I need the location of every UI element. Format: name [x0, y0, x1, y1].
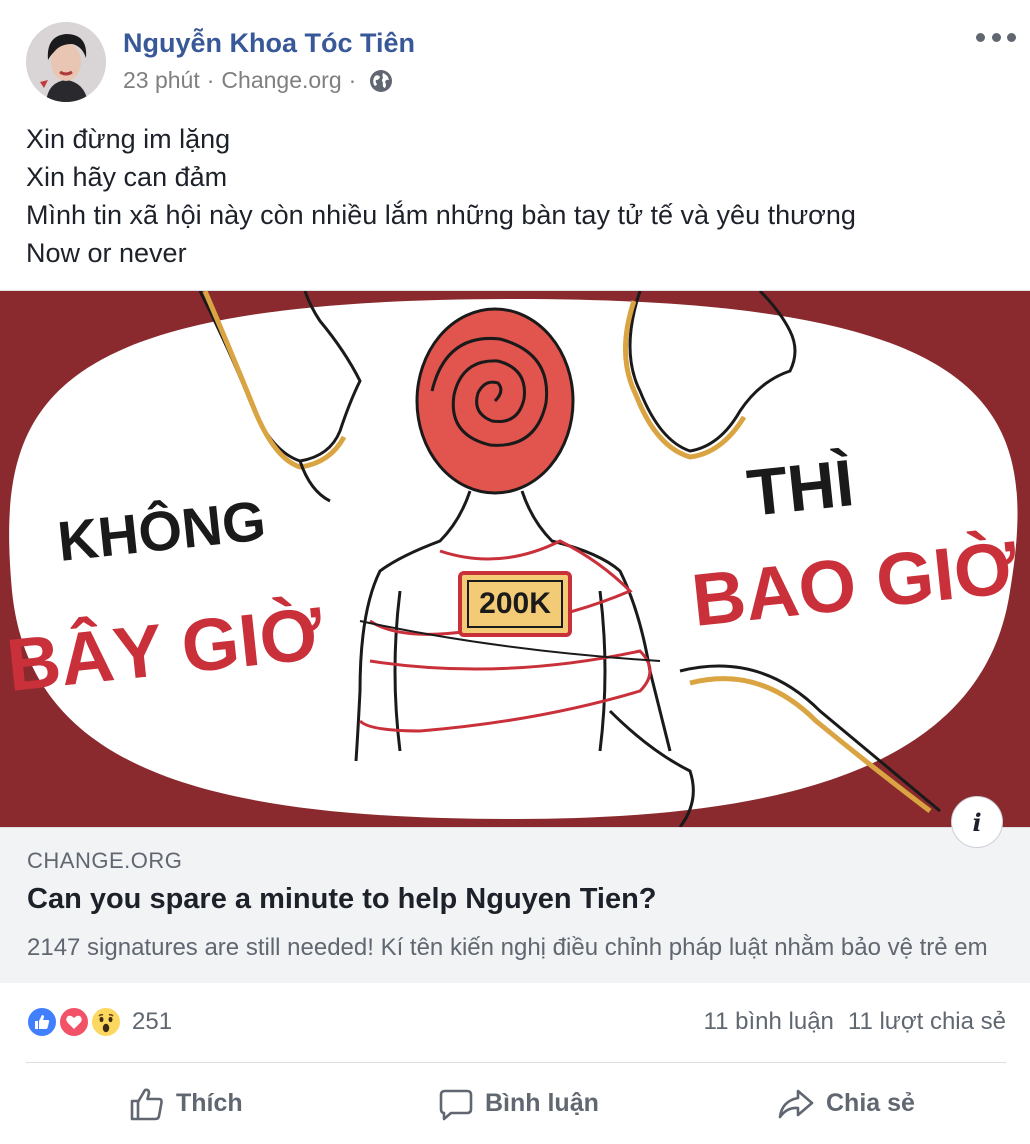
- post-source[interactable]: Change.org: [221, 67, 341, 94]
- share-count[interactable]: 11 lượt chia sẻ: [848, 1008, 1006, 1036]
- link-preview-card[interactable]: 200K KHÔNG BÂY GIỜ THÌ BAO GIỜ CHANGE.OR…: [0, 290, 1030, 983]
- link-preview-image[interactable]: 200K KHÔNG BÂY GIỜ THÌ BAO GIỜ: [0, 291, 1030, 827]
- share-button[interactable]: Chia sẻ: [776, 1063, 915, 1144]
- like-button[interactable]: Thích: [128, 1063, 243, 1144]
- post-body-line: Now or never: [26, 238, 187, 268]
- link-title[interactable]: Can you spare a minute to help Nguyen Ti…: [27, 883, 657, 916]
- link-description: 2147 signatures are still needed! Kí tên…: [27, 934, 988, 961]
- post-body-line: Xin hãy can đảm: [26, 162, 228, 192]
- engagement-counts: 11 bình luận 11 lượt chia sẻ: [704, 1008, 1006, 1036]
- reaction-summary[interactable]: 251: [26, 1002, 172, 1042]
- comment-icon: [439, 1089, 473, 1120]
- facebook-post: Nguyễn Khoa Tóc Tiên 23 phút · Change.or…: [0, 0, 1030, 1144]
- info-icon[interactable]: i: [951, 796, 1003, 848]
- like-reaction-icon: [26, 1006, 58, 1038]
- post-body-line: Xin đừng im lặng: [26, 124, 231, 154]
- comment-count[interactable]: 11 bình luận: [704, 1008, 834, 1036]
- comment-button-label: Bình luận: [485, 1089, 599, 1117]
- link-domain: CHANGE.ORG: [27, 848, 183, 873]
- reaction-icons: [26, 1004, 124, 1040]
- share-button-label: Chia sẻ: [826, 1089, 915, 1117]
- globe-icon[interactable]: [369, 69, 393, 93]
- post-meta: 23 phút · Change.org ·: [123, 67, 393, 94]
- thumbs-up-icon: [130, 1088, 163, 1120]
- post-header: Nguyễn Khoa Tóc Tiên 23 phút · Change.or…: [0, 0, 1030, 110]
- author-name[interactable]: Nguyễn Khoa Tóc Tiên: [123, 28, 415, 59]
- post-actions: Thích Bình luận Chia sẻ: [0, 1063, 1030, 1144]
- post-time[interactable]: 23 phút: [123, 67, 200, 94]
- wow-reaction-icon: [90, 1006, 122, 1038]
- more-options-icon[interactable]: [976, 22, 1016, 52]
- author-avatar[interactable]: [26, 22, 106, 102]
- link-preview-info[interactable]: CHANGE.ORG Can you spare a minute to hel…: [0, 827, 1030, 983]
- dot: [991, 32, 1001, 42]
- illustration-badge: 200K: [479, 587, 551, 620]
- dot: [976, 32, 985, 42]
- meta-separator: ·: [206, 67, 215, 93]
- post-body-line: Mình tin xã hội này còn nhiều lắm những …: [26, 200, 856, 230]
- dot: [1007, 32, 1016, 42]
- reaction-count[interactable]: 251: [132, 1008, 172, 1036]
- meta-separator-2: ·: [348, 67, 357, 93]
- love-reaction-icon: [58, 1006, 90, 1038]
- comment-button[interactable]: Bình luận: [437, 1063, 599, 1144]
- like-button-label: Thích: [176, 1089, 243, 1117]
- illustration-text-thi: THÌ: [744, 445, 857, 530]
- share-arrow-icon: [778, 1089, 814, 1118]
- post-body: Xin đừng im lặng Xin hãy can đảm Mình ti…: [26, 120, 1006, 272]
